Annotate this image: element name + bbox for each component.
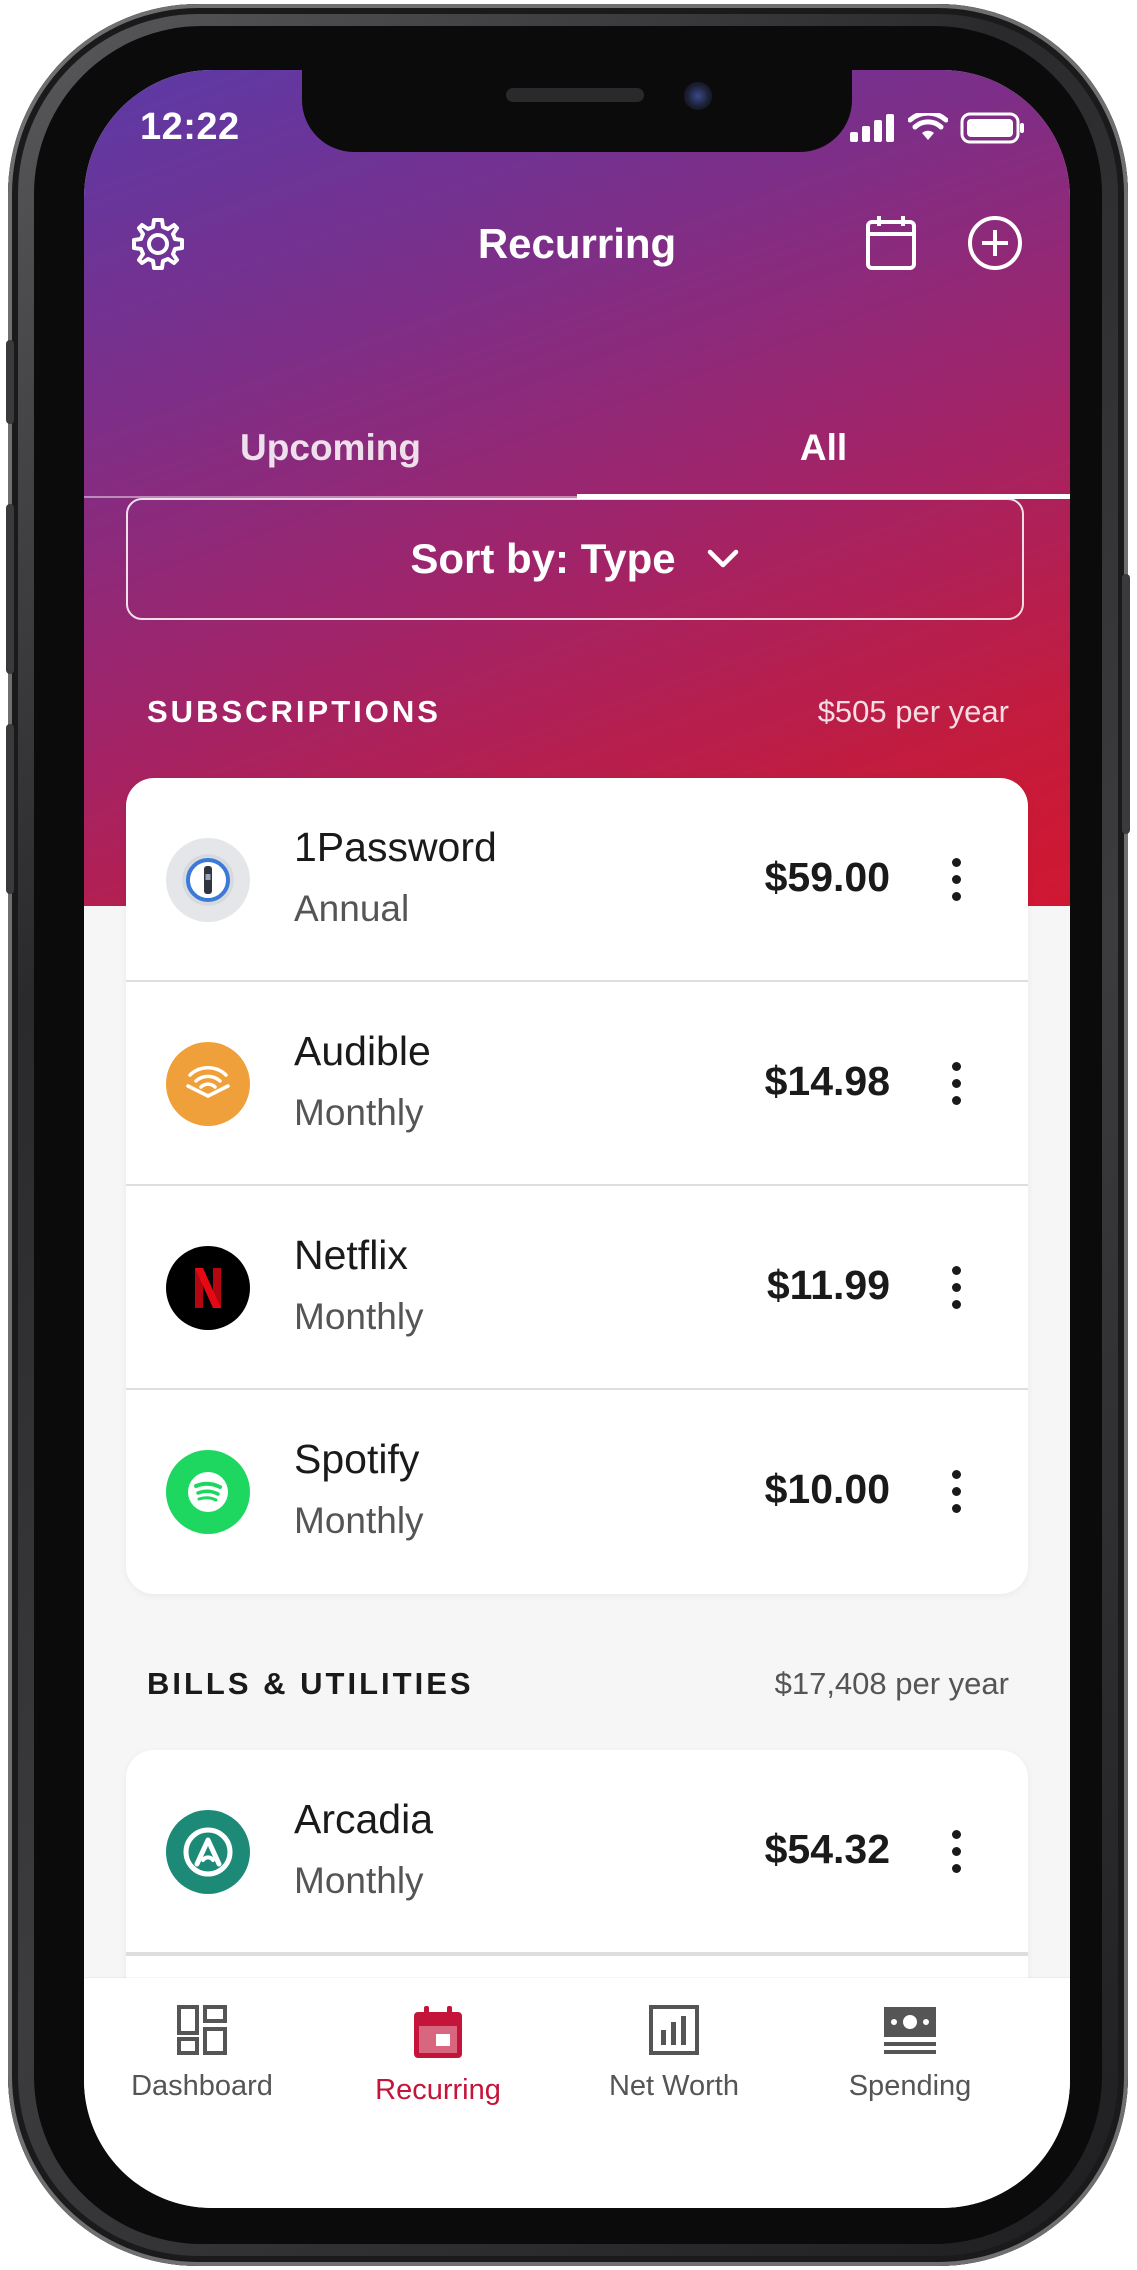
mute-switch <box>6 340 14 424</box>
list-item[interactable]: 1Password Annual $59.00 <box>126 778 1028 982</box>
item-frequency: Monthly <box>294 1860 424 1901</box>
nav-spending[interactable]: Spending <box>792 2004 1028 2103</box>
bills-card: Arcadia Monthly $54.32 <box>126 1750 1028 2010</box>
1password-icon <box>166 838 250 922</box>
nav-net-worth[interactable]: Net Worth <box>556 2004 792 2103</box>
sort-dropdown[interactable]: Sort by: Type <box>126 498 1024 620</box>
nav-label: Dashboard <box>131 2070 273 2102</box>
item-name: Spotify <box>294 1436 420 1482</box>
speaker-grille <box>506 88 644 102</box>
more-options-icon[interactable] <box>944 1830 968 1878</box>
more-options-icon[interactable] <box>944 1470 968 1518</box>
item-name: Audible <box>294 1028 431 1074</box>
front-camera <box>684 82 712 110</box>
list-item[interactable]: Audible Monthly $14.98 <box>126 982 1028 1186</box>
section-total: $505 per year <box>817 694 1009 729</box>
page-title: Recurring <box>477 220 677 267</box>
row-divider <box>126 1954 1028 1956</box>
item-frequency: Monthly <box>294 1092 424 1133</box>
list-item[interactable]: Spotify Monthly $10.00 <box>126 1390 1028 1594</box>
section-title: BILLS & UTILITIES <box>147 1666 474 1701</box>
spotify-icon <box>166 1450 250 1534</box>
power-button <box>1122 574 1130 834</box>
dashboard-icon <box>177 2005 227 2055</box>
tab-upcoming[interactable]: Upcoming <box>84 406 577 500</box>
calendar-icon[interactable] <box>864 214 918 272</box>
phone-frame: 12:22 Recurring Upcoming All Sort by: Ty… <box>6 4 1130 2266</box>
item-frequency: Monthly <box>294 1296 424 1337</box>
cash-icon <box>884 2007 936 2054</box>
nav-label: Spending <box>848 2070 972 2102</box>
nav-label: Recurring <box>375 2074 501 2106</box>
netflix-icon <box>166 1246 250 1330</box>
signal-icon <box>850 114 894 142</box>
item-amount: $14.98 <box>764 1058 890 1104</box>
item-name: Arcadia <box>294 1796 434 1842</box>
nav-label: Net Worth <box>608 2070 739 2102</box>
item-name: Netflix <box>294 1232 408 1278</box>
nav-dashboard[interactable]: Dashboard <box>84 2004 320 2103</box>
tab-all[interactable]: All <box>577 406 1070 500</box>
more-options-icon[interactable] <box>944 1062 968 1110</box>
calendar-icon <box>414 2006 462 2058</box>
item-amount: $10.00 <box>764 1466 890 1512</box>
nav-recurring[interactable]: Recurring <box>320 2004 556 2107</box>
item-amount: $54.32 <box>764 1826 890 1872</box>
bottom-nav: Dashboard Recurring Net Worth Spending <box>84 1978 1070 2208</box>
item-amount: $59.00 <box>764 854 890 900</box>
item-amount: $11.99 <box>766 1262 890 1308</box>
list-item[interactable]: Netflix Monthly $11.99 <box>126 1186 1028 1390</box>
bar-chart-icon <box>649 2005 699 2055</box>
status-time: 12:22 <box>140 106 240 148</box>
subscriptions-card: 1Password Annual $59.00 Audible Monthly … <box>126 778 1028 1594</box>
status-icons <box>850 112 1026 144</box>
chevron-down-icon <box>707 549 738 568</box>
arcadia-icon <box>166 1810 250 1894</box>
section-header-subscriptions: SUBSCRIPTIONS $505 per year <box>147 694 1009 730</box>
item-frequency: Annual <box>294 888 410 929</box>
volume-down-button <box>6 724 14 894</box>
more-options-icon[interactable] <box>944 1266 968 1314</box>
tab-bar: Upcoming All <box>84 406 1070 500</box>
audible-icon <box>166 1042 250 1126</box>
notch <box>302 70 852 152</box>
sort-label: Sort by: Type <box>410 535 676 582</box>
battery-icon <box>960 112 1024 144</box>
section-total: $17,408 per year <box>774 1666 1009 1701</box>
list-item[interactable]: Arcadia Monthly $54.32 <box>126 1750 1028 1954</box>
volume-up-button <box>6 504 14 674</box>
item-frequency: Monthly <box>294 1500 424 1541</box>
item-name: 1Password <box>294 824 497 870</box>
section-header-bills: BILLS & UTILITIES $17,408 per year <box>147 1666 1009 1702</box>
screen: 12:22 Recurring Upcoming All Sort by: Ty… <box>84 70 1070 2208</box>
section-title: SUBSCRIPTIONS <box>147 694 441 729</box>
add-circle-icon[interactable] <box>966 214 1024 272</box>
more-options-icon[interactable] <box>944 858 968 906</box>
wifi-icon <box>908 113 948 140</box>
